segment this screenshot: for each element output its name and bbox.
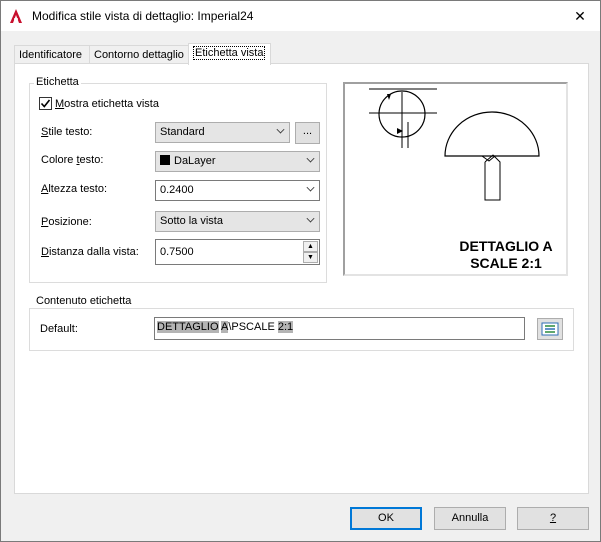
distanza-value: 0.7500	[160, 246, 194, 258]
spin-up-icon[interactable]: ▲	[303, 241, 318, 252]
colore-testo-combo[interactable]: DaLayer	[155, 151, 320, 172]
preview-line-2: SCALE 2:1	[470, 255, 542, 271]
stile-testo-label: Stile testo:	[41, 126, 93, 138]
chevron-down-icon	[306, 154, 315, 163]
close-icon[interactable]: ✕	[568, 4, 592, 28]
preview-line-1: DETTAGLIO A	[459, 238, 553, 254]
stile-testo-browse-button[interactable]: ...	[295, 122, 320, 144]
color-swatch-icon	[160, 155, 170, 165]
preview-label-text: DETTAGLIO A SCALE 2:1	[435, 238, 577, 272]
tab-etichetta-vista[interactable]: Etichetta vista	[188, 43, 271, 65]
altezza-testo-value: 0.2400	[160, 184, 194, 196]
stile-testo-value: Standard	[160, 126, 205, 138]
tab-contorno-dettaglio[interactable]: Contorno dettaglio	[89, 45, 189, 65]
contenuto-etichetta-legend: Contenuto etichetta	[34, 295, 134, 307]
title-bar[interactable]: Modifica stile vista di dettaglio: Imper…	[1, 1, 600, 31]
autocad-logo-icon	[10, 9, 22, 23]
distanza-spinner[interactable]: 0.7500 ▲ ▼	[155, 239, 320, 265]
dialog-window: Modifica stile vista di dettaglio: Imper…	[0, 0, 601, 542]
mostra-etichetta-checkbox[interactable]	[39, 97, 52, 110]
tab-label: Contorno dettaglio	[94, 49, 184, 61]
preview-pane: DETTAGLIO A SCALE 2:1	[343, 82, 568, 276]
checkmark-icon	[40, 99, 51, 108]
posizione-value: Sotto la vista	[160, 215, 223, 227]
field-text-part: \PSCALE	[228, 321, 278, 333]
chevron-down-icon	[306, 183, 315, 192]
chevron-down-icon	[276, 125, 285, 134]
stile-testo-combo[interactable]: Standard	[155, 122, 290, 143]
spin-down-icon[interactable]: ▼	[303, 252, 318, 263]
posizione-label: Posizione:	[41, 216, 92, 228]
colore-testo-value: DaLayer	[174, 155, 216, 167]
mostra-etichetta-label[interactable]: Mostra etichetta vista	[55, 98, 159, 110]
etichetta-legend: Etichetta	[34, 76, 81, 88]
colore-testo-label: Colore testo:	[41, 154, 104, 166]
field-text-part: 2:1	[277, 321, 294, 333]
tab-identificatore[interactable]: Identificatore	[14, 45, 90, 65]
tab-panel: Etichetta Mostra etichetta vista Stile t…	[14, 63, 589, 494]
help-button-label: ?	[549, 512, 557, 524]
distanza-label: Distanza dalla vista:	[41, 246, 139, 258]
edit-field-button[interactable]	[537, 318, 563, 340]
tab-label: Etichetta vista	[193, 46, 266, 60]
default-text-field[interactable]: DETTAGLIO A\PSCALE 2:1	[154, 317, 525, 340]
ok-button[interactable]: OK	[350, 507, 422, 530]
window-title: Modifica stile vista di dettaglio: Imper…	[32, 9, 254, 23]
posizione-combo[interactable]: Sotto la vista	[155, 211, 320, 232]
field-editor-icon	[541, 322, 559, 336]
chevron-down-icon	[306, 214, 315, 223]
default-label: Default:	[40, 323, 78, 335]
annulla-button[interactable]: Annulla	[434, 507, 506, 530]
altezza-testo-combo[interactable]: 0.2400	[155, 180, 320, 201]
altezza-testo-label: Altezza testo:	[41, 183, 108, 195]
field-text-part: DETTAGLIO	[157, 321, 219, 333]
tab-label: Identificatore	[19, 49, 82, 61]
help-button[interactable]: ?	[517, 507, 589, 530]
